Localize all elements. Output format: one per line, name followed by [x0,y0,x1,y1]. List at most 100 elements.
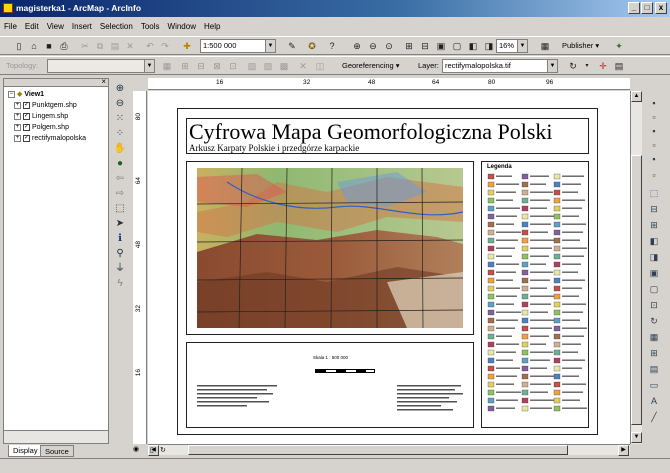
find-icon[interactable]: ⚲ [113,247,127,261]
identify-icon[interactable]: ℹ [113,232,127,246]
measure-icon[interactable]: ⏚ [113,262,127,276]
maximize-button[interactable]: □ [641,2,653,14]
map-scale-combo[interactable]: 1:500 000 ▼ [200,39,276,53]
go-back-extent-icon[interactable]: ◧ [466,39,480,53]
zoom-out-icon[interactable]: ⊖ [113,97,127,111]
rotate-element-icon[interactable]: ↻ [647,315,661,327]
zoom-in-fixed-icon[interactable]: ⊕ [350,39,364,53]
tab-display[interactable]: Display [8,445,43,457]
pan-icon[interactable]: ✋ [113,142,127,156]
horizontal-scrollbar[interactable]: ◀ ▶ [148,444,630,456]
rotate-icon[interactable]: ↻ [566,59,580,73]
menu-file[interactable]: File [0,19,21,35]
minimize-button[interactable]: _ [628,2,640,14]
layout-view-icon[interactable]: ▯ [150,446,154,454]
chevron-down-icon[interactable]: ▼ [265,40,275,52]
chevron-down-icon[interactable]: ▼ [547,60,557,72]
rotate-dropdown-icon[interactable]: ▾ [580,59,594,73]
topology-errors-icon[interactable]: ◫ [313,59,327,73]
guides-icon[interactable]: ⊞ [647,347,661,359]
menu-edit[interactable]: Edit [21,19,43,35]
open-folder-icon[interactable]: ⌂ [27,39,41,53]
close-button[interactable]: x [655,2,667,14]
refresh-icon[interactable]: ↻ [160,446,166,454]
view-link-table-icon[interactable]: ▤ [612,59,626,73]
expand-icon[interactable]: + [14,123,21,131]
draw-rect-icon[interactable]: ▭ [647,379,661,391]
scroll-up-icon[interactable]: ▲ [631,91,642,102]
toc-item-rectifymalopolska[interactable]: + ✓ rectifymalopolska [14,133,86,144]
publisher-icon[interactable]: ✦ [612,39,626,53]
toggle-draft-mode-icon[interactable]: ▦ [538,39,552,53]
zoom-in-icon[interactable]: ⊕ [113,82,127,96]
toc-item-lingem[interactable]: + ✓ Lingem.shp [14,111,68,122]
visibility-checkbox[interactable]: ✓ [23,134,30,142]
redo-icon[interactable]: ↷ [158,39,172,53]
distribute-icon[interactable]: ⊞ [647,219,661,231]
scroll-down-icon[interactable]: ▼ [631,432,642,443]
page-zoom-in-icon[interactable]: ⊞ [402,39,416,53]
send-back-icon[interactable]: ◨ [647,251,661,263]
ungroup-icon[interactable]: ▢ [647,283,661,295]
layout-tool-icon-6[interactable]: ▫ [647,169,661,181]
layout-tool-icon-4[interactable]: ▫ [647,139,661,151]
print-icon[interactable]: ⎙ [57,39,71,53]
layout-tool-icon-1[interactable]: ▪ [647,97,661,109]
select-arrow-icon[interactable]: ➤ [113,217,127,231]
construct-features-icon[interactable]: ⊡ [226,59,240,73]
undo-icon[interactable]: ↶ [143,39,157,53]
chevron-down-icon[interactable]: ▼ [144,60,154,72]
zoom-whole-page-icon[interactable]: ⊙ [382,39,396,53]
collapse-icon[interactable]: − [8,90,15,98]
scroll-thumb[interactable] [188,445,568,455]
whats-this-icon[interactable]: ? [325,39,339,53]
map-data-frame[interactable] [186,161,474,335]
hyperlink-icon[interactable]: ϟ [113,277,127,291]
fix-topology-icon[interactable]: ▩ [277,59,291,73]
delete-icon[interactable]: ✕ [123,39,137,53]
menu-window[interactable]: Window [164,19,200,35]
menu-selection[interactable]: Selection [96,19,137,35]
map-topology-icon[interactable]: ⊞ [178,59,192,73]
validate-extent-icon[interactable]: ▨ [261,59,275,73]
visibility-checkbox[interactable]: ✓ [23,101,30,109]
menu-view[interactable]: View [43,19,68,35]
forward-icon[interactable]: ⇨ [113,187,127,201]
back-icon[interactable]: ⇦ [113,172,127,186]
line-icon[interactable]: ╱ [647,411,661,423]
scroll-thumb[interactable] [631,155,642,425]
go-forward-extent-icon[interactable]: ◨ [482,39,496,53]
map-title-box[interactable]: Cyfrowa Mapa Geomorfologiczna Polski Ark… [186,118,589,154]
chevron-down-icon[interactable]: ▼ [517,40,527,52]
zoom-out-fixed-icon[interactable]: ⊖ [366,39,380,53]
select-frame-icon[interactable]: ⬚ [647,187,661,199]
toc-horizontal-scrollbar[interactable] [4,430,108,443]
page-zoom-out-icon[interactable]: ⊟ [418,39,432,53]
new-document-icon[interactable]: ▯ [12,39,26,53]
add-control-points-icon[interactable]: ✛ [596,59,610,73]
error-inspector-icon[interactable]: ✕ [296,59,310,73]
data-view-icon[interactable]: ◉ [133,445,139,453]
menu-insert[interactable]: Insert [68,19,96,35]
expand-icon[interactable]: + [14,134,21,142]
map-legend[interactable]: Legenda [481,161,589,428]
save-icon[interactable]: ■ [42,39,56,53]
cut-icon[interactable]: ✂ [78,39,92,53]
grid-icon[interactable]: ▦ [647,331,661,343]
close-icon[interactable]: × [101,77,106,86]
menu-help[interactable]: Help [200,19,224,35]
layout-tool-icon-2[interactable]: ▫ [647,111,661,123]
map-info-box[interactable]: Skala 1 : 500 000 [186,342,474,428]
margins-icon[interactable]: ▤ [647,363,661,375]
validate-topology-icon[interactable]: ▧ [245,59,259,73]
tab-source[interactable]: Source [40,445,74,457]
publisher-menu[interactable]: Publisher ▾ [562,39,599,53]
toc-item-polgem[interactable]: + ✓ Polgem.shp [14,122,69,133]
expand-icon[interactable]: + [14,101,21,109]
toc-item-data-frame[interactable]: − ◆ View1 [8,89,44,100]
bring-front-icon[interactable]: ◧ [647,235,661,247]
add-data-icon[interactable]: ✚ [180,39,194,53]
fixed-zoom-in-icon[interactable]: ⁙ [113,112,127,126]
group-icon[interactable]: ▣ [647,267,661,279]
fixed-zoom-icon[interactable]: ▢ [450,39,464,53]
